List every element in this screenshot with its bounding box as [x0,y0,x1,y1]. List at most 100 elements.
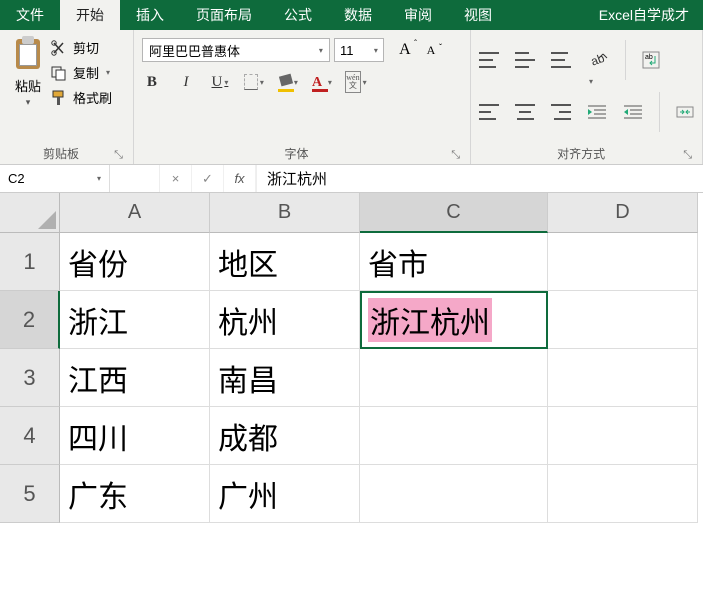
cell-C1[interactable]: 省市 [360,233,548,291]
cell-C5[interactable] [360,465,548,523]
cell-D5[interactable] [548,465,698,523]
font-name-select[interactable]: 阿里巴巴普惠体 ▾ [142,38,330,62]
cell-C4[interactable] [360,407,548,465]
underline-button[interactable]: U▾ [210,72,230,92]
row-header-3[interactable]: 3 [0,349,60,407]
cell-B1[interactable]: 地区 [210,233,360,291]
header-right-link[interactable]: Excel自学成才 [585,0,703,30]
border-button[interactable]: ▾ [244,72,264,92]
paste-label: 粘贴 [15,76,41,95]
cell-D3[interactable] [548,349,698,407]
brush-icon [50,90,68,106]
decrease-indent-button[interactable] [587,104,607,120]
chevron-down-icon: ▾ [106,68,110,77]
cell-D4[interactable] [548,407,698,465]
format-painter-label: 格式刷 [73,88,112,107]
group-font-label: 字体 [142,143,451,162]
col-header-D[interactable]: D [548,193,698,233]
insert-function-button[interactable]: fx [224,165,256,192]
increase-indent-button[interactable] [623,104,643,120]
tab-view[interactable]: 视图 [448,0,508,30]
cell-C3[interactable] [360,349,548,407]
row-header-1[interactable]: 1 [0,233,60,291]
tab-formulas[interactable]: 公式 [268,0,328,30]
merge-icon [676,103,694,121]
tab-file[interactable]: 文件 [0,0,60,30]
cell-A4[interactable]: 四川 [60,407,210,465]
cell-A5[interactable]: 广东 [60,465,210,523]
font-size-select[interactable]: 11 ▾ [334,38,384,62]
row-header-2[interactable]: 2 [0,291,60,349]
svg-text:ab: ab [645,54,653,61]
tab-data[interactable]: 数据 [328,0,388,30]
cell-C2[interactable]: 浙江杭州 [360,291,548,349]
chevron-down-icon: ▾ [374,46,378,55]
clipboard-icon [12,36,44,74]
col-header-C[interactable]: C [360,193,548,233]
orientation-button[interactable]: ab▾ [587,50,609,70]
col-header-A[interactable]: A [60,193,210,233]
font-launcher[interactable]: ⤡ [451,149,462,162]
chevron-down-icon: ▾ [294,78,298,87]
cell-B4[interactable]: 成都 [210,407,360,465]
wrap-icon: ab [642,51,660,69]
align-middle-button[interactable] [515,52,535,68]
increase-font-button[interactable]: Aˆ [394,39,416,61]
cut-button[interactable]: 剪切 [50,38,112,57]
chevron-down-icon: ▾ [363,78,367,87]
col-header-B[interactable]: B [210,193,360,233]
group-clipboard-label: 剪贴板 [8,143,114,162]
format-painter-button[interactable]: 格式刷 [50,88,112,107]
formula-cancel-button[interactable]: × [160,165,192,192]
align-right-button[interactable] [551,104,571,120]
align-left-button[interactable] [479,104,499,120]
font-color-button[interactable]: A▾ [312,72,332,92]
chevron-down-icon: ▾ [97,174,101,183]
row-header-4[interactable]: 4 [0,407,60,465]
clipboard-launcher[interactable]: ⤡ [114,149,125,162]
formula-value: 浙江杭州 [267,168,327,189]
tab-page-layout[interactable]: 页面布局 [180,0,268,30]
cell-A3[interactable]: 江西 [60,349,210,407]
tab-insert[interactable]: 插入 [120,0,180,30]
group-alignment-label: 对齐方式 [479,143,683,162]
formula-input[interactable]: 浙江杭州 [257,165,703,192]
align-center-button[interactable] [515,104,535,120]
paste-button[interactable]: 粘贴 ▾ [8,34,48,143]
select-all-corner[interactable] [0,193,60,233]
chevron-down-icon: ▾ [589,77,593,86]
align-bottom-button[interactable] [551,52,571,68]
tab-home[interactable]: 开始 [60,0,120,30]
cell-B5[interactable]: 广州 [210,465,360,523]
chevron-down-icon: ▾ [319,46,323,55]
font-size-value: 11 [340,43,354,58]
copy-button[interactable]: 复制 ▾ [50,63,112,82]
chevron-down-icon: ▾ [328,78,332,87]
cell-B3[interactable]: 南昌 [210,349,360,407]
tab-review[interactable]: 审阅 [388,0,448,30]
cell-B2[interactable]: 杭州 [210,291,360,349]
cell-A2[interactable]: 浙江 [60,291,210,349]
fill-color-button[interactable]: ▾ [278,72,298,92]
group-alignment: ab▾ ab 对齐方式 ⤡ [471,30,703,164]
name-box[interactable]: C2 ▾ [0,165,110,192]
wrap-text-button[interactable]: ab [642,51,660,69]
phonetic-icon: wén文 [345,71,360,93]
phonetic-button[interactable]: wén文▾ [346,72,366,92]
copy-label: 复制 [73,63,99,82]
italic-button[interactable]: I [176,72,196,92]
decrease-font-button[interactable]: Aˇ [420,39,442,61]
cell-D2[interactable] [548,291,698,349]
chevron-down-icon: ▾ [26,97,31,108]
cell-D1[interactable] [548,233,698,291]
row-header-5[interactable]: 5 [0,465,60,523]
bold-button[interactable]: B [142,72,162,92]
align-top-button[interactable] [479,52,499,68]
formula-confirm-button[interactable]: ✓ [192,165,224,192]
paint-bucket-icon [278,75,292,89]
alignment-launcher[interactable]: ⤡ [683,149,694,162]
group-clipboard: 粘贴 ▾ 剪切 复制 ▾ [0,30,134,164]
cell-A1[interactable]: 省份 [60,233,210,291]
menu-tabs: 文件 开始 插入 页面布局 公式 数据 审阅 视图 Excel自学成才 [0,0,703,30]
merge-center-button[interactable] [676,103,694,121]
